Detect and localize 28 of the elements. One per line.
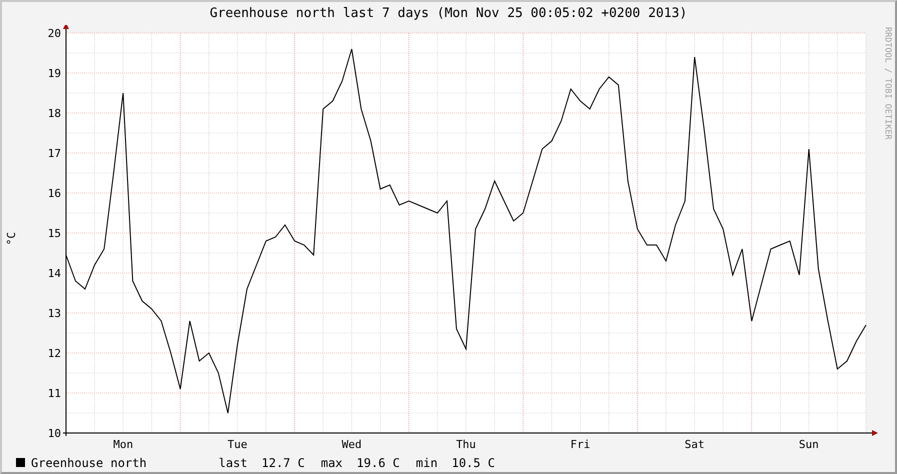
- stat-label: last: [218, 456, 248, 470]
- y-tick-label: 14: [48, 267, 61, 280]
- y-tick-label: 10: [48, 427, 61, 440]
- x-tick-label: Sun: [798, 438, 819, 451]
- x-tick-label: Mon: [113, 438, 134, 451]
- y-tick-label: 18: [48, 107, 61, 120]
- y-tick-label: 15: [48, 227, 61, 240]
- stat-label: min: [416, 456, 438, 470]
- y-axis-label: °C: [4, 232, 18, 246]
- x-tick-label: Thu: [456, 438, 476, 451]
- stat-value: 19.6 C: [356, 456, 400, 470]
- y-tick-label: 13: [48, 307, 61, 320]
- x-tick-label: Fri: [570, 438, 590, 451]
- x-tick-label: Tue: [228, 438, 248, 451]
- y-tick-label: 11: [48, 387, 61, 400]
- stat-label: max: [320, 456, 343, 470]
- y-tick-label: 17: [48, 147, 61, 160]
- stat-value: 10.5 C: [452, 456, 495, 470]
- stat-value: 12.7 C: [262, 456, 305, 470]
- chart-title: Greenhouse north last 7 days (Mon Nov 25 00:05:02 +0200 2013): [208, 5, 688, 23]
- y-tick-label: 20: [48, 27, 61, 40]
- legend-label: Greenhouse north: [31, 456, 147, 470]
- x-tick-label: Sat: [684, 438, 704, 451]
- y-tick-label: 16: [48, 187, 61, 200]
- y-tick-label: 19: [48, 67, 61, 80]
- y-tick-label: 12: [48, 347, 61, 360]
- watermark-text: RRDTOOL / TOBI OETIKER: [882, 27, 892, 140]
- x-tick-label: Wed: [342, 438, 362, 451]
